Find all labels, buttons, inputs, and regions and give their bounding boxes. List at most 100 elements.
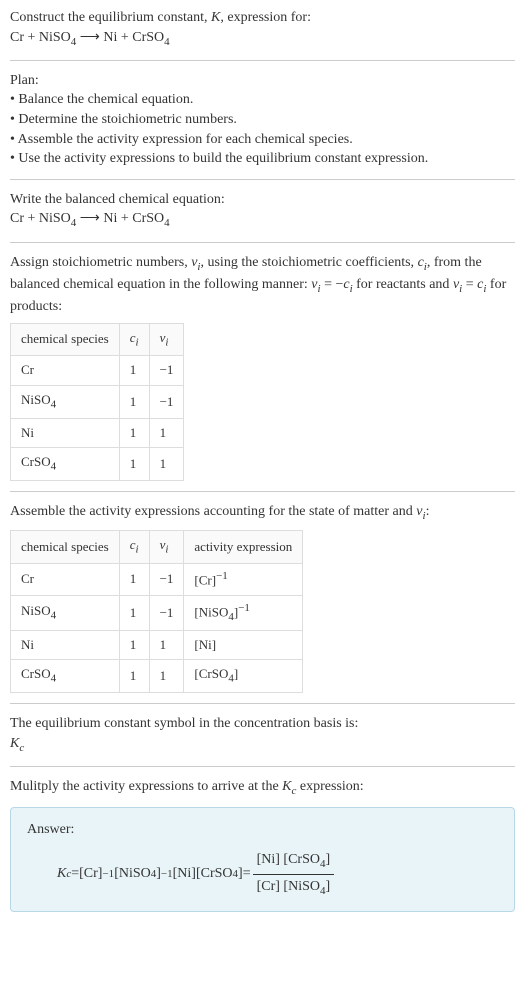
stoich-table: chemical species ci νi Cr 1 −1 NiSO4 1 −… <box>10 323 184 481</box>
cell-species: NiSO4 <box>11 595 120 630</box>
activity-table: chemical species ci νi activity expressi… <box>10 530 303 693</box>
cell-c: 1 <box>119 385 149 418</box>
cell-nu: −1 <box>149 356 184 385</box>
answer-label: Answer: <box>27 820 498 840</box>
cell-species: Cr <box>11 356 120 385</box>
eq-lhs: Cr + NiSO <box>10 30 71 45</box>
divider <box>10 491 515 492</box>
cell-c: 1 <box>119 418 149 447</box>
cell-nu: 1 <box>149 418 184 447</box>
multiply-section: Mulitply the activity expressions to arr… <box>10 777 515 912</box>
K: K <box>57 864 66 884</box>
cell-species: CrSO4 <box>11 447 120 480</box>
cell-c: 1 <box>119 630 149 659</box>
eq-rhs: Ni + CrSO <box>103 211 164 226</box>
eq: = <box>71 864 79 884</box>
t: [CrSO <box>196 864 233 884</box>
table-row: CrSO4 1 1 <box>11 447 184 480</box>
table-header-row: chemical species ci νi activity expressi… <box>11 531 303 564</box>
balanced-section: Write the balanced chemical equation: Cr… <box>10 190 515 232</box>
balanced-equation: Cr + NiSO4 ⟶ Ni + CrSO4 <box>10 209 515 231</box>
cell-c: 1 <box>119 564 149 596</box>
cell-c: 1 <box>119 595 149 630</box>
col-nu: νi <box>149 323 184 356</box>
table-row: NiSO4 1 −1 <box>11 385 184 418</box>
divider <box>10 179 515 180</box>
stoich-text: Assign stoichiometric numbers, νi, using… <box>10 253 515 317</box>
cell-species: NiSO4 <box>11 385 120 418</box>
t: [Cr] <box>194 572 216 587</box>
table-row: Ni 1 1 [Ni] <box>11 630 303 659</box>
c: c <box>19 741 24 753</box>
cell-activity: [Cr]−1 <box>184 564 303 596</box>
answer-formula: Kc = [Cr]−1 [NiSO4]−1 [Ni] [CrSO4] = [Ni… <box>57 850 498 899</box>
plan-section: Plan: • Balance the chemical equation. •… <box>10 71 515 169</box>
s: −1 <box>238 602 250 614</box>
col-c: ci <box>119 531 149 564</box>
divider <box>10 703 515 704</box>
eq-rhs: Ni + CrSO <box>103 30 164 45</box>
t: [Ni] <box>173 864 196 884</box>
t: ] <box>234 666 238 681</box>
cell-species: Cr <box>11 564 120 596</box>
t: = <box>462 277 477 292</box>
fraction: [Ni] [CrSO4][Cr] [NiSO4] <box>253 850 335 899</box>
cell-nu: 1 <box>149 630 184 659</box>
multiply-title: Mulitply the activity expressions to arr… <box>10 777 515 799</box>
s: −1 <box>161 867 173 882</box>
s: −1 <box>216 570 228 582</box>
cell-activity: [NiSO4]−1 <box>184 595 303 630</box>
symbol-section: The equilibrium constant symbol in the c… <box>10 714 515 756</box>
t: NiSO <box>21 392 51 407</box>
t: ] <box>326 879 331 894</box>
denominator: [Cr] [NiSO4] <box>253 875 335 899</box>
s: −1 <box>102 867 114 882</box>
cell-species: CrSO4 <box>11 660 120 693</box>
s: 4 <box>51 398 57 410</box>
symbol-title: The equilibrium constant symbol in the c… <box>10 714 515 734</box>
K: K <box>282 779 291 794</box>
table-row: Ni 1 1 <box>11 418 184 447</box>
intro-equation: Cr + NiSO4 ⟶ Ni + CrSO4 <box>10 28 515 50</box>
t: [Ni] [CrSO <box>257 852 320 867</box>
t: : <box>426 504 430 519</box>
intro-section: Construct the equilibrium constant, K, e… <box>10 8 515 50</box>
cell-nu: 1 <box>149 660 184 693</box>
t: [NiSO <box>114 864 151 884</box>
s: 4 <box>51 609 57 621</box>
activity-section: Assemble the activity expressions accoun… <box>10 502 515 693</box>
cell-species: Ni <box>11 630 120 659</box>
intro-suffix: , expression for: <box>220 10 311 25</box>
cell-nu: −1 <box>149 564 184 596</box>
cell-nu: −1 <box>149 595 184 630</box>
col-activity: activity expression <box>184 531 303 564</box>
t: CrSO <box>21 666 51 681</box>
i: i <box>136 336 139 348</box>
divider <box>10 766 515 767</box>
symbol-value: Kc <box>10 734 515 756</box>
cell-c: 1 <box>119 660 149 693</box>
cell-activity: [CrSO4] <box>184 660 303 693</box>
t: Mulitply the activity expressions to arr… <box>10 779 282 794</box>
cell-nu: −1 <box>149 385 184 418</box>
i: i <box>136 544 139 556</box>
answer-box: Answer: Kc = [Cr]−1 [NiSO4]−1 [Ni] [CrSO… <box>10 807 515 912</box>
arrow-icon: ⟶ <box>76 211 103 226</box>
t: expression: <box>296 779 363 794</box>
cell-nu: 1 <box>149 447 184 480</box>
plan-item: • Assemble the activity expression for e… <box>10 130 515 150</box>
arrow-icon: ⟶ <box>76 30 103 45</box>
t: CrSO <box>21 454 51 469</box>
table-row: CrSO4 1 1 [CrSO4] <box>11 660 303 693</box>
table-row: Cr 1 −1 <box>11 356 184 385</box>
numerator: [Ni] [CrSO4] <box>253 850 335 875</box>
stoich-section: Assign stoichiometric numbers, νi, using… <box>10 253 515 481</box>
col-species: chemical species <box>11 323 120 356</box>
plan-item: • Use the activity expressions to build … <box>10 149 515 169</box>
table-header-row: chemical species ci νi <box>11 323 184 356</box>
t: [Cr] [NiSO <box>257 879 320 894</box>
intro-text: Construct the equilibrium constant, <box>10 10 211 25</box>
intro-K: K <box>211 10 220 25</box>
plan-title: Plan: <box>10 71 515 91</box>
col-nu: νi <box>149 531 184 564</box>
